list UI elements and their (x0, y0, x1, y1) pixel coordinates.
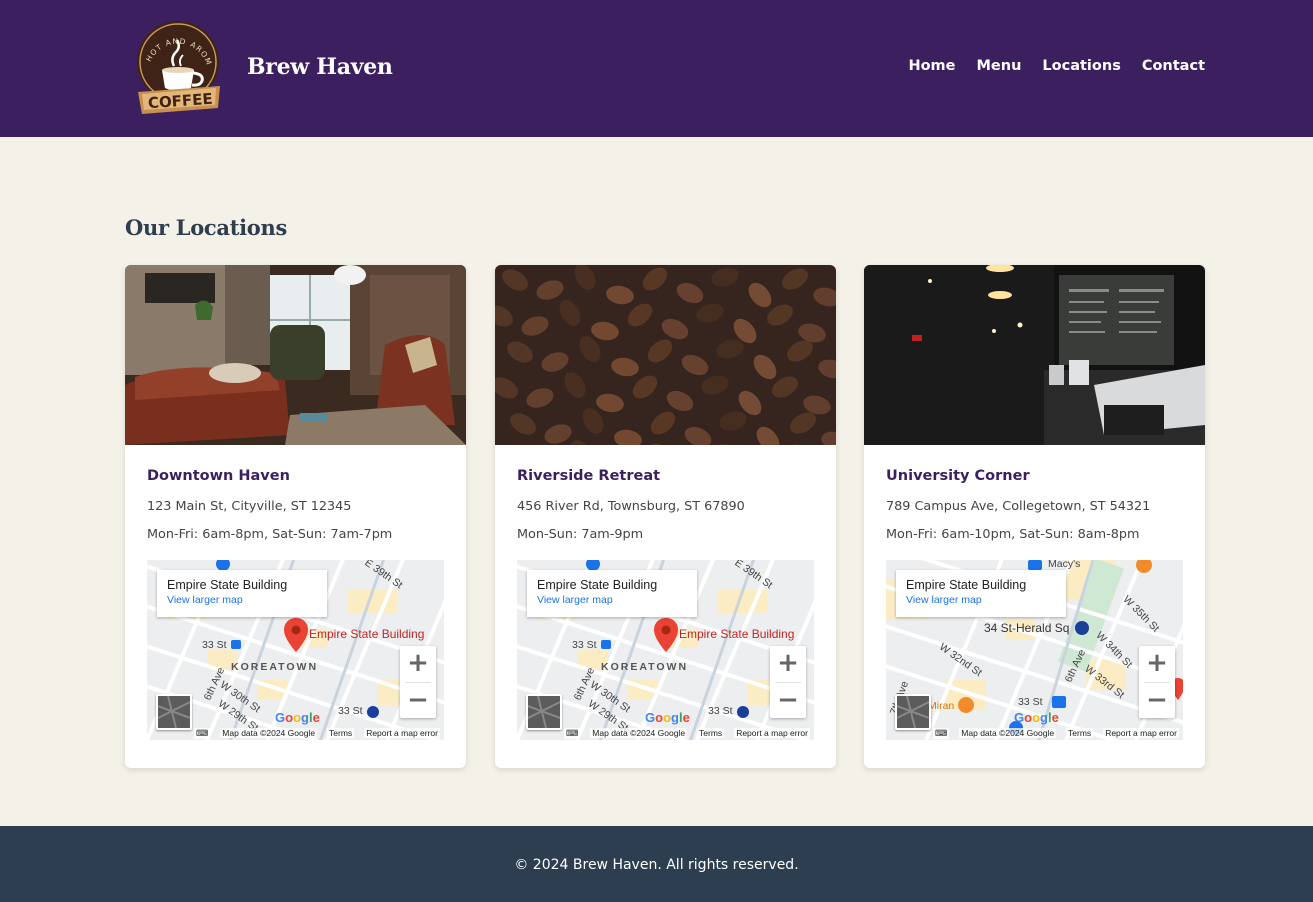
map-pin-icon[interactable] (654, 618, 678, 652)
location-name: Riverside Retreat (517, 468, 661, 484)
google-logo: Google (275, 710, 320, 725)
nav-contact[interactable]: Contact (1142, 58, 1205, 74)
street-label: 33 St (708, 705, 733, 717)
keyboard-shortcuts-icon[interactable]: ⌨ (933, 727, 950, 739)
brand-name[interactable]: Brew Haven (247, 54, 393, 80)
lounge-photo (125, 265, 466, 445)
zoom-controls: + − (1139, 646, 1175, 718)
location-name: Downtown Haven (147, 468, 290, 484)
location-address: 123 Main St, Cityville, ST 12345 (147, 499, 352, 514)
keyboard-shortcuts-icon[interactable]: ⌨ (564, 727, 581, 739)
google-logo: Google (645, 710, 690, 725)
report-map-error-link[interactable]: Report a map error (734, 728, 810, 738)
map-attribution: ⌨ Map data ©2024 Google Terms Report a m… (147, 726, 444, 740)
map-place-title: Empire State Building (167, 578, 288, 592)
map-attribution: ⌨ Map data ©2024 Google Terms Report a m… (517, 726, 814, 740)
view-larger-map-link[interactable]: View larger map (537, 594, 687, 606)
embedded-map[interactable]: Macy's W 35th St W 34th St W 33rd St W 3… (886, 560, 1183, 740)
site-footer: © 2024 Brew Haven. All rights reserved. (0, 826, 1313, 902)
satellite-toggle[interactable] (526, 694, 562, 730)
zoom-out-button[interactable]: − (770, 683, 806, 719)
map-data-credit: Map data ©2024 Google (590, 728, 688, 738)
location-hours: Mon-Fri: 6am-8pm, Sat-Sun: 7am-7pm (147, 527, 393, 542)
map-data-credit: Map data ©2024 Google (959, 728, 1057, 738)
report-map-error-link[interactable]: Report a map error (1103, 728, 1179, 738)
map-data-credit: Map data ©2024 Google (220, 728, 318, 738)
location-card-downtown: Downtown Haven 123 Main St, Cityville, S… (125, 265, 466, 768)
keyboard-shortcuts-icon[interactable]: ⌨ (194, 727, 211, 739)
zoom-in-button[interactable]: + (1139, 646, 1175, 682)
map-place-title: Empire State Building (906, 578, 1027, 592)
street-label: Miran (928, 700, 955, 712)
satellite-toggle[interactable] (156, 694, 192, 730)
map-pin-icon[interactable] (284, 618, 308, 652)
zoom-controls: + − (400, 646, 436, 718)
neighborhood-label: KOREATOWN (231, 661, 319, 673)
nav-home[interactable]: Home (908, 58, 955, 74)
zoom-in-button[interactable]: + (400, 646, 436, 682)
location-name: University Corner (886, 468, 1030, 484)
view-larger-map-link[interactable]: View larger map (906, 594, 1056, 606)
copyright-text: © 2024 Brew Haven. All rights reserved. (514, 857, 799, 873)
map-terms-link[interactable]: Terms (327, 728, 355, 738)
embedded-map[interactable]: 33 St 6th Ave W 30th St W 29th St E 39th… (517, 560, 814, 740)
view-larger-map-link[interactable]: View larger map (167, 594, 317, 606)
map-info-box: Empire State Building View larger map (527, 570, 697, 617)
map-attribution: ⌨ Map data ©2024 Google Terms Report a m… (886, 726, 1183, 740)
location-hours: Mon-Fri: 6am-10pm, Sat-Sun: 8am-8pm (886, 527, 1140, 542)
street-label: Macy's (1048, 560, 1081, 570)
nav-locations[interactable]: Locations (1042, 58, 1120, 74)
location-card-university: University Corner 789 Campus Ave, Colleg… (864, 265, 1205, 768)
report-map-error-link[interactable]: Report a map error (364, 728, 440, 738)
nav-menu[interactable]: Menu (977, 58, 1022, 74)
main-nav: Home Menu Locations Contact (908, 58, 1205, 74)
cafe-interior-photo (864, 265, 1205, 445)
zoom-out-button[interactable]: − (1139, 683, 1175, 719)
location-address: 789 Campus Ave, Collegetown, ST 54321 (886, 499, 1151, 514)
zoom-out-button[interactable]: − (400, 683, 436, 719)
map-terms-link[interactable]: Terms (697, 728, 725, 738)
map-info-box: Empire State Building View larger map (896, 570, 1066, 617)
neighborhood-label: KOREATOWN (601, 661, 689, 673)
coffee-beans-photo (495, 265, 836, 445)
map-place-title: Empire State Building (537, 578, 658, 592)
google-logo: Google (1014, 710, 1059, 725)
satellite-toggle[interactable] (895, 694, 931, 730)
location-card-riverside: Riverside Retreat 456 River Rd, Townsbur… (495, 265, 836, 768)
page-title: Our Locations (125, 215, 287, 240)
coffee-logo-icon[interactable]: HOT AND AROMATIC COFFEE (132, 13, 224, 116)
pin-label: Empire State Building (309, 627, 425, 641)
neighborhood-label: 34 St-Herald Sq (984, 621, 1070, 635)
map-terms-link[interactable]: Terms (1066, 728, 1094, 738)
pin-label: Empire State Building (679, 627, 795, 641)
location-hours: Mon-Sun: 7am-9pm (517, 527, 644, 542)
map-info-box: Empire State Building View larger map (157, 570, 327, 617)
embedded-map[interactable]: 33 St 6th Ave W 30th St W 29th St E 39th… (147, 560, 444, 740)
zoom-in-button[interactable]: + (770, 646, 806, 682)
site-header: HOT AND AROMATIC COFFEE Brew Haven Home … (0, 0, 1313, 137)
street-label: 33 St (202, 639, 227, 651)
street-label: 33 St (338, 705, 363, 717)
zoom-controls: + − (770, 646, 806, 718)
street-label: 33 St (572, 639, 597, 651)
location-address: 456 River Rd, Townsburg, ST 67890 (517, 499, 745, 514)
street-label: 33 St (1018, 696, 1043, 708)
